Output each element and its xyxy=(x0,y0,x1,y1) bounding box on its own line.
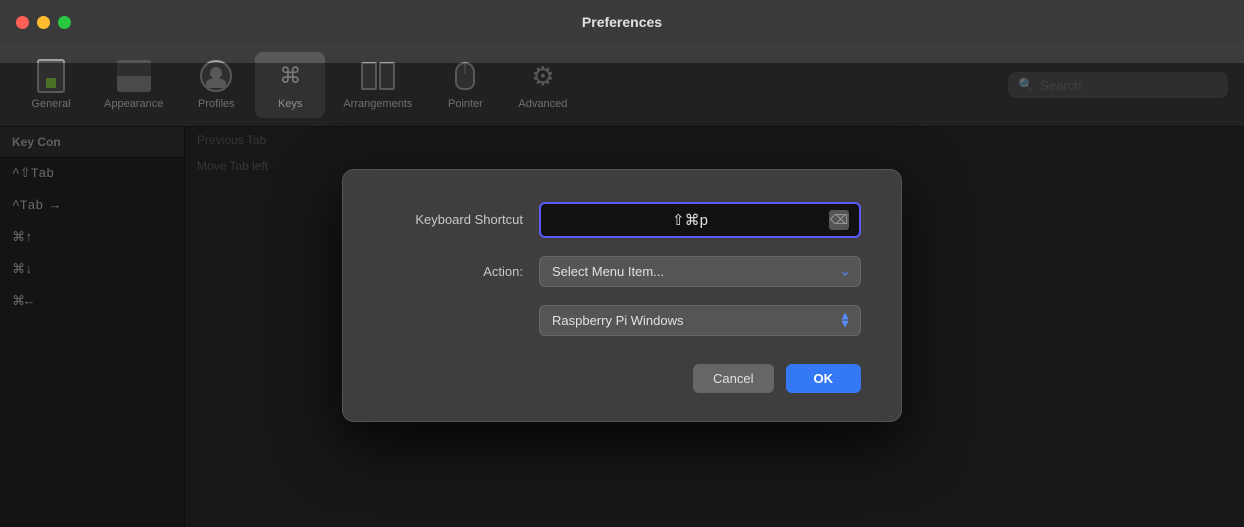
menu-select-wrapper: Raspberry Pi Windows All Windows Current… xyxy=(539,305,861,336)
modal-buttons: Cancel OK xyxy=(383,364,861,393)
clear-shortcut-button[interactable]: ⌫ xyxy=(829,210,849,230)
maximize-button[interactable] xyxy=(58,16,71,29)
menu-select[interactable]: Raspberry Pi Windows All Windows Current… xyxy=(539,305,861,336)
shortcut-row: Keyboard Shortcut ⇧⌘p ⌫ xyxy=(383,202,861,238)
action-row: Action: Select Menu Item... New Tab New … xyxy=(383,256,861,287)
action-label: Action: xyxy=(383,264,523,279)
minimize-button[interactable] xyxy=(37,16,50,29)
action-select-wrapper: Select Menu Item... New Tab New Window C… xyxy=(539,256,861,287)
window-title: Preferences xyxy=(582,14,662,30)
shortcut-value: ⇧⌘p xyxy=(551,211,829,229)
ok-button[interactable]: OK xyxy=(786,364,862,393)
cancel-button[interactable]: Cancel xyxy=(693,364,773,393)
preferences-modal: Keyboard Shortcut ⇧⌘p ⌫ Action: Select M… xyxy=(342,169,902,422)
main-area: Key Con ^⇧Tab ^Tab → ⌘↑ ⌘↓ ⌘← Previous T… xyxy=(0,127,1244,527)
shortcut-label: Keyboard Shortcut xyxy=(383,212,523,227)
action-select[interactable]: Select Menu Item... New Tab New Window C… xyxy=(539,256,861,287)
modal-overlay: Keyboard Shortcut ⇧⌘p ⌫ Action: Select M… xyxy=(0,63,1244,527)
window-controls[interactable] xyxy=(16,16,71,29)
close-button[interactable] xyxy=(16,16,29,29)
menu-row: Raspberry Pi Windows All Windows Current… xyxy=(383,305,861,336)
shortcut-field[interactable]: ⇧⌘p ⌫ xyxy=(539,202,861,238)
title-bar: Preferences xyxy=(0,0,1244,44)
